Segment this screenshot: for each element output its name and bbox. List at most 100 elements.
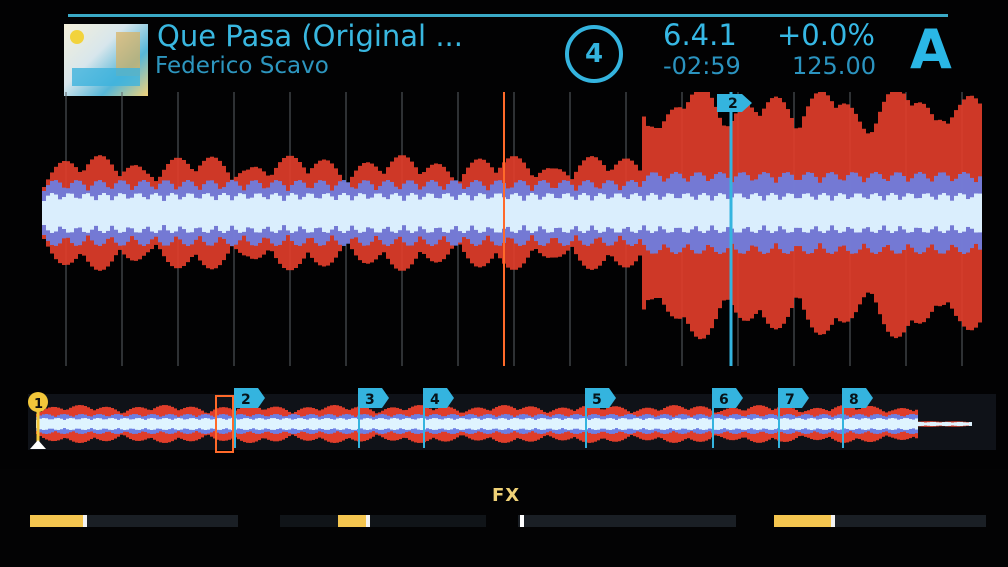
loop-size-badge[interactable]: 4 <box>565 25 623 83</box>
overview-core <box>681 419 684 429</box>
overview-core <box>705 418 708 430</box>
fx-knob-2-track[interactable] <box>280 515 486 527</box>
overview-core <box>951 422 954 426</box>
overview-core <box>474 418 477 430</box>
overview-core <box>372 419 375 429</box>
track-artist: Federico Scavo <box>155 53 329 79</box>
waveform-core <box>134 193 138 233</box>
overview-core <box>828 418 831 430</box>
waveform-core <box>174 194 178 232</box>
overview-core <box>519 419 522 429</box>
waveform-core <box>542 196 546 230</box>
overview-core <box>522 419 525 429</box>
waveform-core <box>962 194 966 232</box>
overview-core <box>717 418 720 430</box>
overview-core <box>678 418 681 430</box>
overview-core <box>942 422 945 426</box>
overview-core <box>279 419 282 429</box>
overview-core <box>627 419 630 429</box>
waveform-core <box>266 199 270 227</box>
fx-knob-2-marker <box>366 515 370 527</box>
overview-core <box>501 418 504 430</box>
waveform-core <box>534 194 538 232</box>
overview-core <box>381 418 384 430</box>
waveform-core <box>138 193 142 233</box>
waveform-core <box>358 193 362 233</box>
waveform-core <box>210 196 214 230</box>
waveform-core <box>546 193 550 233</box>
waveform-core <box>698 194 702 232</box>
overview-core <box>78 419 81 429</box>
waveform-core <box>470 200 474 226</box>
waveform-core <box>858 193 862 233</box>
overview-core <box>132 419 135 429</box>
waveform-core <box>522 200 526 226</box>
overview-core <box>789 419 792 429</box>
overview-core <box>882 419 885 429</box>
overview-core <box>726 418 729 430</box>
waveform-core <box>662 196 666 230</box>
overview-core <box>462 418 465 430</box>
waveform-core <box>286 195 290 231</box>
overview-core <box>162 418 165 430</box>
waveform-core <box>170 193 174 233</box>
waveform-core <box>154 193 158 233</box>
overview-cue-label: 6 <box>719 392 729 408</box>
overview-core <box>411 419 414 429</box>
overview-core <box>267 419 270 429</box>
waveform-core <box>702 193 706 233</box>
overview-core <box>54 418 57 430</box>
waveform-core <box>582 193 586 233</box>
waveform-core <box>590 200 594 226</box>
fx-knob-3-track[interactable] <box>518 515 736 527</box>
deck-letter: A <box>910 18 952 81</box>
album-art <box>64 24 148 96</box>
overview-core <box>558 418 561 430</box>
overview-core <box>684 419 687 429</box>
waveform-shape <box>42 92 982 340</box>
track-overview[interactable]: 1 2 3 4 5 6 7 8 <box>0 382 1008 454</box>
waveform-core <box>578 194 582 232</box>
waveform-core <box>74 197 78 229</box>
overview-core <box>780 418 783 430</box>
waveform-core <box>902 196 906 230</box>
overview-core <box>480 419 483 429</box>
overview-core <box>603 419 606 429</box>
waveform-core <box>750 194 754 232</box>
waveform-core <box>342 193 346 233</box>
waveform-core <box>862 197 866 229</box>
overview-core <box>798 418 801 430</box>
overview-cue-label: 1 <box>34 397 43 412</box>
overview-core <box>225 419 228 429</box>
waveform-core <box>86 193 90 233</box>
waveform-core <box>406 195 410 231</box>
overview-core <box>402 418 405 430</box>
overview-core <box>153 418 156 430</box>
fx-knob-1-level <box>30 515 83 527</box>
waveform-core <box>270 194 274 232</box>
overview-core <box>354 418 357 430</box>
main-waveform[interactable]: 2 <box>0 92 1008 372</box>
waveform-core <box>842 194 846 232</box>
overview-core <box>618 418 621 430</box>
overview-core <box>807 418 810 430</box>
overview-core <box>42 418 45 430</box>
overview-core <box>75 419 78 429</box>
overview-core <box>870 419 873 429</box>
overview-core <box>672 418 675 430</box>
overview-core <box>771 418 774 430</box>
waveform-core <box>150 194 154 232</box>
overview-core <box>456 418 459 430</box>
overview-core <box>459 418 462 430</box>
overview-core <box>753 418 756 430</box>
waveform-core <box>526 195 530 231</box>
overview-core <box>186 419 189 429</box>
waveform-core <box>382 197 386 229</box>
overview-core <box>63 419 66 429</box>
overview-core <box>933 421 936 427</box>
overview-core <box>447 418 450 430</box>
overview-core <box>864 418 867 430</box>
overview-core <box>438 419 441 429</box>
waveform-core <box>314 197 318 229</box>
overview-core <box>156 419 159 429</box>
